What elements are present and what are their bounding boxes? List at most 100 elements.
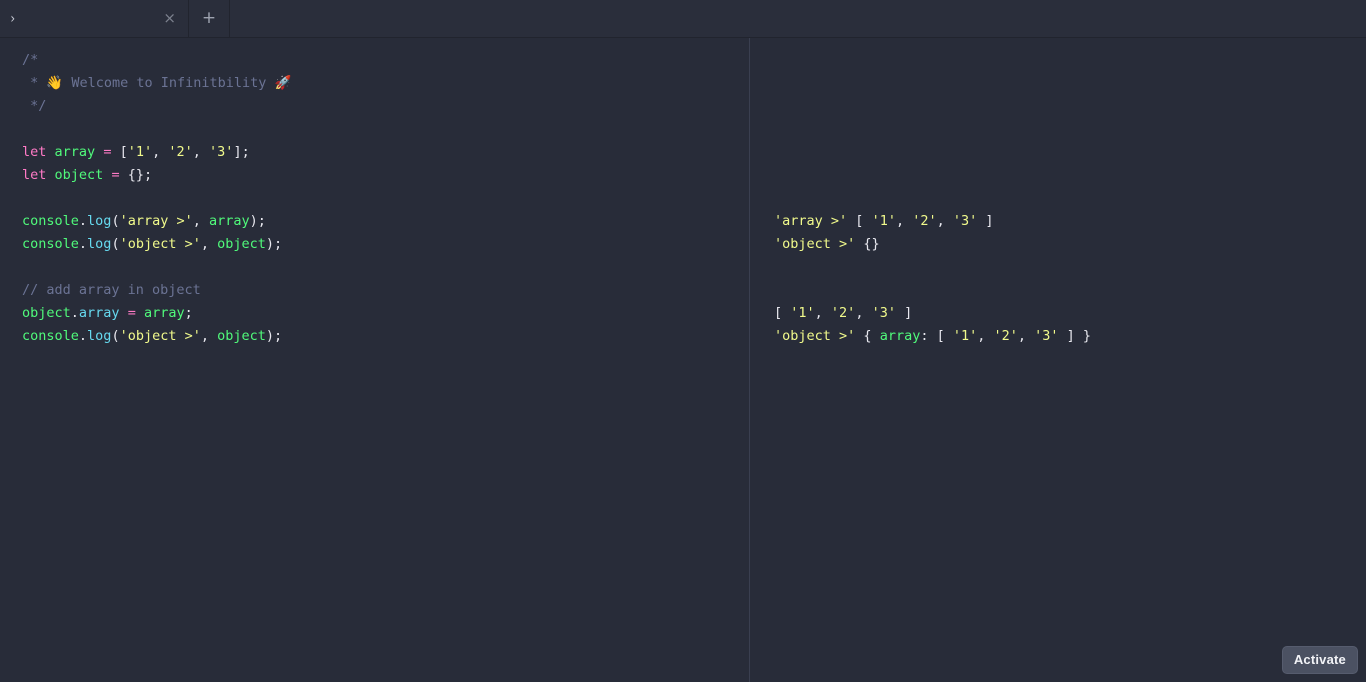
code-token-string: 'array >' bbox=[119, 213, 193, 229]
activate-button[interactable]: Activate bbox=[1281, 646, 1358, 674]
code-token-punct: , bbox=[895, 213, 913, 229]
code-token-punct: { bbox=[863, 328, 880, 344]
code-token-punct: [ bbox=[855, 213, 872, 229]
code-token-punct: , bbox=[1017, 328, 1035, 344]
code-token-punct: ] } bbox=[1058, 328, 1092, 344]
code-token-punct: {}; bbox=[127, 167, 153, 183]
code-token-string: '1' bbox=[790, 305, 815, 321]
code-token-punct: ); bbox=[265, 328, 283, 344]
console-code: 'array >' [ '1', '2', '3' ]'object >' {}… bbox=[750, 38, 1366, 348]
code-token-string: '2' bbox=[993, 328, 1018, 344]
code-line: 'object >' {} bbox=[774, 233, 1366, 256]
tab-label-group: › bbox=[10, 12, 22, 26]
code-line: 'array >' [ '1', '2', '3' ] bbox=[774, 210, 1366, 233]
code-line: [ '1', '2', '3' ] bbox=[774, 302, 1366, 325]
code-line: console.log('object >', object); bbox=[22, 325, 749, 348]
code-token-var: array bbox=[209, 213, 250, 229]
app-window: › × + /* * 👋 Welcome to Infinitbility 🚀 … bbox=[0, 0, 1366, 682]
code-token-punct: [ bbox=[774, 305, 791, 321]
chevron-right-icon: › bbox=[10, 11, 16, 26]
code-token-prop: array bbox=[78, 305, 120, 321]
code-token-prop: log bbox=[87, 328, 112, 344]
code-token-string: '2' bbox=[830, 305, 856, 321]
code-token-punct: : [ bbox=[920, 328, 953, 344]
code-line: */ bbox=[22, 95, 749, 118]
code-token-string: '3' bbox=[1034, 328, 1059, 344]
code-token-var: object bbox=[54, 167, 104, 183]
code-token-string: 'object >' bbox=[119, 328, 201, 344]
code-token-punct: ] bbox=[977, 213, 994, 229]
code-token-string: '3' bbox=[952, 213, 978, 229]
code-token-emoji: 🚀 bbox=[274, 75, 292, 91]
code-token-punct: , bbox=[200, 236, 218, 252]
code-token-comment: /* bbox=[22, 52, 39, 68]
code-token-prop: log bbox=[87, 236, 112, 252]
console-output-pane[interactable]: 'array >' [ '1', '2', '3' ]'object >' {}… bbox=[750, 38, 1366, 682]
code-token-var: object bbox=[217, 236, 266, 252]
code-token-punct: , bbox=[192, 213, 209, 229]
code-editor-pane[interactable]: /* * 👋 Welcome to Infinitbility 🚀 */ let… bbox=[0, 38, 750, 682]
close-icon[interactable]: × bbox=[163, 11, 176, 26]
code-token-string: '3' bbox=[871, 305, 896, 321]
code-token-punct: ( bbox=[111, 328, 120, 344]
code-token-string: '1' bbox=[871, 213, 896, 229]
new-tab-button[interactable]: + bbox=[189, 0, 230, 37]
code-token-keyword: let bbox=[22, 144, 47, 160]
code-token-punct: ( bbox=[111, 213, 120, 229]
code-token-punct: , bbox=[977, 328, 994, 344]
code-token-prop: log bbox=[87, 213, 112, 229]
code-token-emoji: 👋 bbox=[46, 75, 64, 91]
code-token-punct: , bbox=[855, 305, 872, 321]
code-token-string: '2' bbox=[912, 213, 937, 229]
tab-bar: › × + bbox=[0, 0, 1366, 38]
code-token-var: object bbox=[22, 305, 71, 321]
code-token-punct: , bbox=[152, 144, 169, 160]
code-token-comment: */ bbox=[22, 98, 47, 114]
code-line: * 👋 Welcome to Infinitbility 🚀 bbox=[22, 72, 749, 95]
code-line: // add array in object bbox=[22, 279, 749, 302]
code-token-string: 'array >' bbox=[774, 213, 848, 229]
code-token-comment: // add array in object bbox=[22, 282, 201, 298]
code-token-op: = bbox=[127, 305, 136, 321]
code-token-keyword: let bbox=[22, 167, 47, 183]
code-line: console.log('object >', object); bbox=[22, 233, 749, 256]
code-line: object.array = array; bbox=[22, 302, 749, 325]
code-token-comment: * bbox=[22, 75, 47, 91]
editor-tab[interactable]: › × bbox=[0, 0, 189, 37]
code-token-var: array bbox=[143, 305, 185, 321]
code-line: console.log('array >', array); bbox=[22, 210, 749, 233]
code-token-punct: . bbox=[78, 213, 88, 229]
code-line: let object = {}; bbox=[22, 164, 749, 187]
code-token-var: object bbox=[217, 328, 266, 344]
code-token-punct: . bbox=[78, 328, 88, 344]
code-token-punct: . bbox=[70, 305, 79, 321]
code-token-var: console bbox=[22, 236, 79, 252]
code-token-key: array bbox=[879, 328, 921, 344]
code-token-punct: . bbox=[78, 236, 88, 252]
code-line: let array = ['1', '2', '3']; bbox=[22, 141, 749, 164]
code-line: 'object >' { array: [ '1', '2', '3' ] } bbox=[774, 325, 1366, 348]
editor-code[interactable]: /* * 👋 Welcome to Infinitbility 🚀 */ let… bbox=[0, 38, 749, 348]
code-token-punct: ( bbox=[111, 236, 120, 252]
code-token-punct: ] bbox=[895, 305, 913, 321]
code-token-string: '1' bbox=[952, 328, 978, 344]
tab-bar-filler bbox=[230, 0, 1366, 37]
code-token-string: 'object >' bbox=[119, 236, 201, 252]
code-token-punct: , bbox=[200, 328, 218, 344]
panes-container: /* * 👋 Welcome to Infinitbility 🚀 */ let… bbox=[0, 38, 1366, 682]
